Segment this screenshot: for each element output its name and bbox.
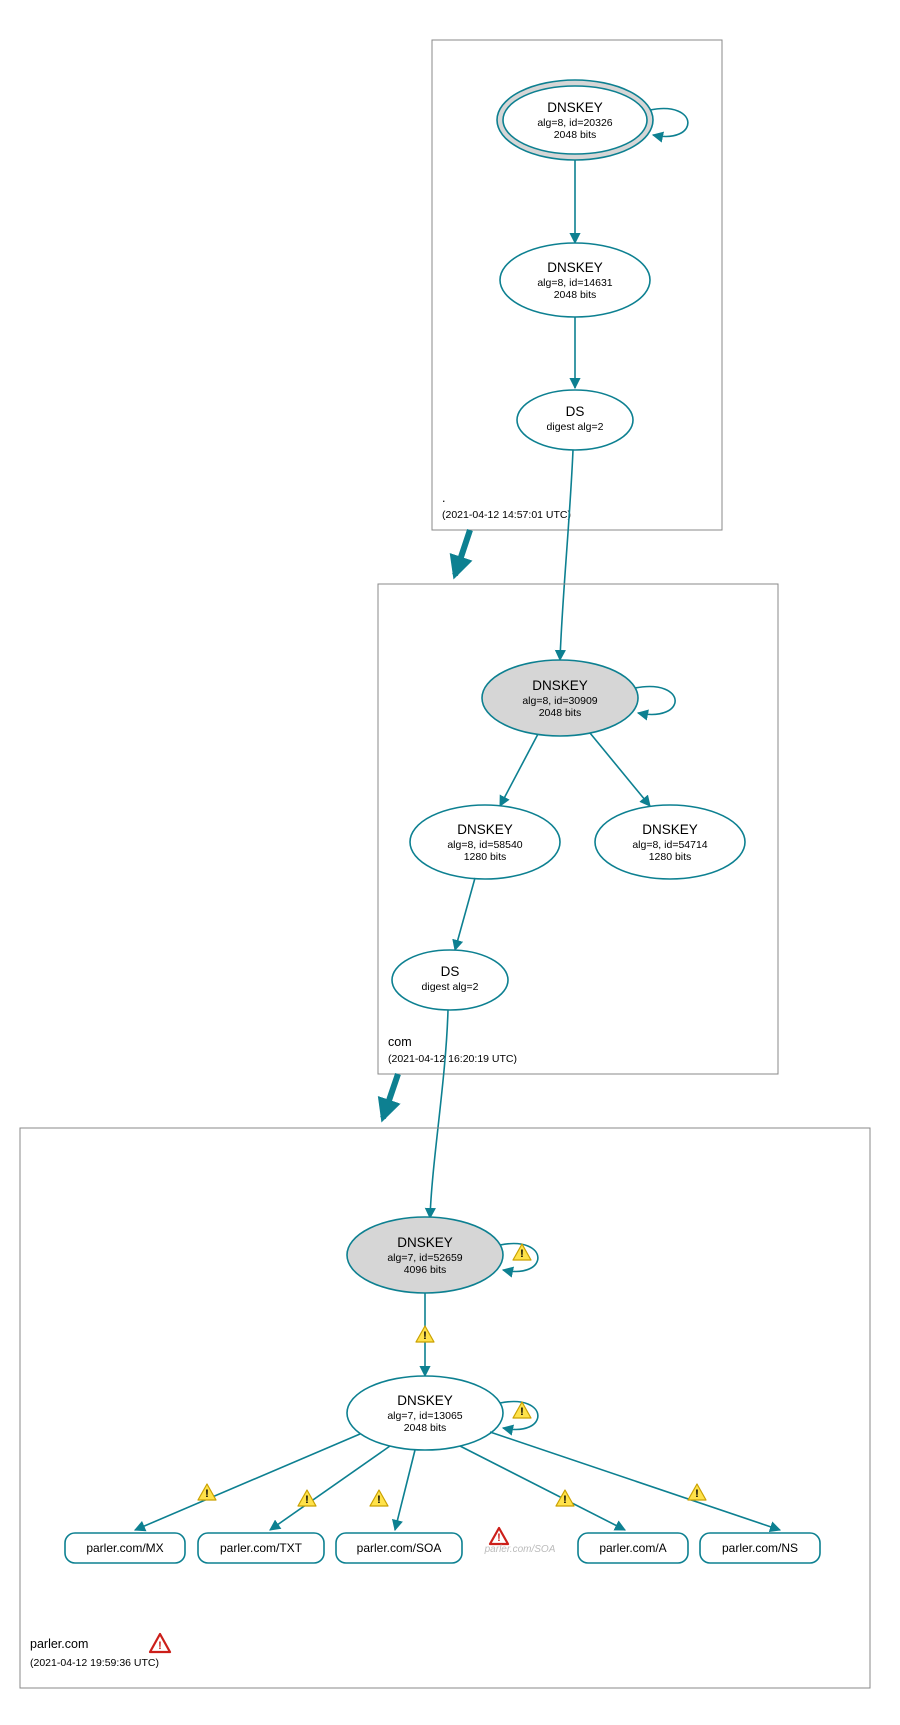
edge-com-ksk-self — [635, 687, 675, 715]
node-root-zsk: DNSKEY alg=8, id=14631 2048 bits — [500, 243, 650, 317]
edge-zsk-txt — [270, 1446, 390, 1530]
error-icon: ! — [150, 1634, 170, 1652]
dnssec-graph: . (2021-04-12 14:57:01 UTC) DNSKEY alg=8… — [0, 0, 900, 1725]
rrset-a: parler.com/A — [578, 1533, 688, 1563]
edge-zsk-mx — [135, 1434, 360, 1530]
zone-root-time: (2021-04-12 14:57:01 UTC) — [442, 509, 571, 521]
zone-root: . (2021-04-12 14:57:01 UTC) DNSKEY alg=8… — [432, 40, 722, 530]
edge-com-ksk-zsk1 — [500, 734, 538, 806]
svg-text:DNSKEY: DNSKEY — [457, 822, 513, 837]
svg-text:!: ! — [305, 1494, 309, 1506]
edge-delegation-root-com — [455, 530, 470, 575]
zone-parler-time: (2021-04-12 19:59:36 UTC) — [30, 1657, 159, 1669]
svg-text:alg=8, id=20326: alg=8, id=20326 — [537, 117, 612, 129]
svg-text:parler.com/SOA: parler.com/SOA — [484, 1544, 556, 1555]
warning-icon: ! — [688, 1484, 706, 1500]
node-root-ds: DS digest alg=2 — [517, 390, 633, 450]
rrset-soa-error: ! parler.com/SOA — [484, 1528, 556, 1555]
svg-text:2048 bits: 2048 bits — [554, 289, 597, 301]
zone-parler: parler.com (2021-04-12 19:59:36 UTC) ! D… — [20, 1128, 870, 1688]
svg-text:DS: DS — [441, 964, 460, 979]
svg-text:parler.com/MX: parler.com/MX — [86, 1541, 163, 1555]
svg-text:2048 bits: 2048 bits — [404, 1422, 447, 1434]
rrset-ns: parler.com/NS — [700, 1533, 820, 1563]
zone-root-label: . — [442, 491, 445, 505]
svg-text:1280 bits: 1280 bits — [649, 851, 692, 863]
svg-text:!: ! — [695, 1488, 699, 1500]
warning-icon: ! — [556, 1490, 574, 1506]
svg-text:DNSKEY: DNSKEY — [532, 678, 588, 693]
svg-text:DNSKEY: DNSKEY — [547, 260, 603, 275]
svg-text:1280 bits: 1280 bits — [464, 851, 507, 863]
svg-text:!: ! — [520, 1406, 524, 1418]
svg-text:DS: DS — [566, 404, 585, 419]
warning-icon: ! — [198, 1484, 216, 1500]
edge-delegation-com-parler — [383, 1074, 398, 1118]
svg-text:digest alg=2: digest alg=2 — [547, 421, 604, 433]
svg-text:!: ! — [377, 1494, 381, 1506]
warning-icon: ! — [416, 1326, 434, 1342]
edge-com-zsk1-ds — [455, 878, 475, 950]
edge-root-ksk-self — [650, 109, 688, 137]
svg-text:parler.com/A: parler.com/A — [599, 1541, 666, 1555]
svg-text:DNSKEY: DNSKEY — [397, 1393, 453, 1408]
svg-text:alg=8, id=54714: alg=8, id=54714 — [632, 839, 707, 851]
svg-text:digest alg=2: digest alg=2 — [422, 981, 479, 993]
edge-zsk-ns — [490, 1432, 780, 1530]
warning-icon: ! — [298, 1490, 316, 1506]
node-com-zsk2: DNSKEY alg=8, id=54714 1280 bits — [595, 805, 745, 879]
node-com-zsk1: DNSKEY alg=8, id=58540 1280 bits — [410, 805, 560, 879]
node-root-ksk: DNSKEY alg=8, id=20326 2048 bits — [497, 80, 653, 160]
edge-com-ksk-zsk2 — [590, 733, 650, 806]
svg-text:!: ! — [563, 1494, 567, 1506]
zone-com: com (2021-04-12 16:20:19 UTC) DNSKEY alg… — [378, 584, 778, 1074]
svg-text:alg=8, id=58540: alg=8, id=58540 — [447, 839, 522, 851]
svg-text:!: ! — [497, 1532, 501, 1544]
svg-text:2048 bits: 2048 bits — [539, 707, 582, 719]
svg-text:DNSKEY: DNSKEY — [397, 1235, 453, 1250]
svg-text:!: ! — [520, 1248, 524, 1260]
svg-text:DNSKEY: DNSKEY — [642, 822, 698, 837]
svg-text:parler.com/TXT: parler.com/TXT — [220, 1541, 303, 1555]
svg-text:alg=7, id=13065: alg=7, id=13065 — [387, 1410, 462, 1422]
edge-root-ds-com-ksk — [560, 450, 573, 660]
svg-text:parler.com/SOA: parler.com/SOA — [357, 1541, 442, 1555]
svg-text:alg=8, id=30909: alg=8, id=30909 — [522, 695, 597, 707]
rrset-txt: parler.com/TXT — [198, 1533, 324, 1563]
edge-zsk-soa — [395, 1450, 415, 1530]
node-parler-zsk: DNSKEY alg=7, id=13065 2048 bits — [347, 1376, 503, 1450]
node-com-ksk: DNSKEY alg=8, id=30909 2048 bits — [482, 660, 638, 736]
svg-text:!: ! — [158, 1640, 162, 1652]
zone-com-time: (2021-04-12 16:20:19 UTC) — [388, 1053, 517, 1065]
svg-text:parler.com/NS: parler.com/NS — [722, 1541, 798, 1555]
svg-text:!: ! — [423, 1330, 427, 1342]
rrset-soa: parler.com/SOA — [336, 1533, 462, 1563]
node-com-ds: DS digest alg=2 — [392, 950, 508, 1010]
svg-text:4096 bits: 4096 bits — [404, 1264, 447, 1276]
edge-com-ds-parler-ksk — [430, 1010, 448, 1218]
svg-text:2048 bits: 2048 bits — [554, 129, 597, 141]
edge-zsk-a — [460, 1446, 625, 1530]
rrset-mx: parler.com/MX — [65, 1533, 185, 1563]
svg-text:alg=7, id=52659: alg=7, id=52659 — [387, 1252, 462, 1264]
warning-icon: ! — [370, 1490, 388, 1506]
svg-text:alg=8, id=14631: alg=8, id=14631 — [537, 277, 612, 289]
zone-com-label: com — [388, 1035, 412, 1049]
node-parler-ksk: DNSKEY alg=7, id=52659 4096 bits — [347, 1217, 503, 1293]
svg-text:DNSKEY: DNSKEY — [547, 100, 603, 115]
zone-parler-label: parler.com — [30, 1637, 88, 1651]
svg-text:!: ! — [205, 1488, 209, 1500]
